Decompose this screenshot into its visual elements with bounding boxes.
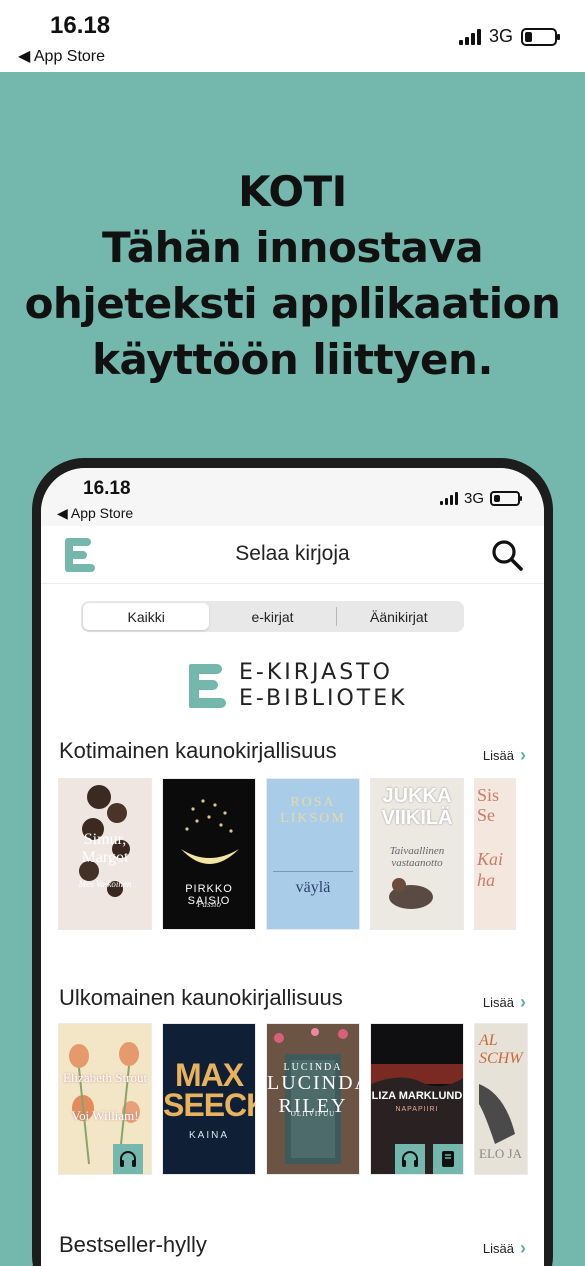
section-title-domestic-fiction: Kotimainen kaunokirjallisuus — [59, 738, 337, 763]
book-title: Voi William! — [71, 1108, 139, 1123]
book-cover[interactable]: Sis Se Kai ha — [475, 779, 515, 929]
headline-title: KOTI — [238, 167, 347, 216]
book-author: Elizabeth Strout — [62, 1070, 148, 1085]
section-title-foreign-fiction: Ulkomainen kaunokirjallisuus — [59, 985, 343, 1010]
page-title: Selaa kirjoja — [235, 542, 350, 565]
phone-screen: 16.18 ◀ App Store 3G Selaa kirjoja Kaikk… — [41, 468, 544, 1266]
inner-back-to-app-store[interactable]: ◀ App Store — [57, 505, 133, 522]
back-to-app-store[interactable]: ◀ App Store — [18, 46, 105, 66]
app-bar: Selaa kirjoja — [41, 526, 544, 584]
e-kirjasto-logo: E-KIRJASTO E-BIBLIOTEK — [187, 660, 417, 712]
inner-signal-icon — [439, 492, 458, 505]
more-link-foreign-fiction[interactable]: Lisää › — [483, 993, 526, 1011]
more-link-domestic-fiction[interactable]: Lisää › — [483, 746, 526, 764]
chevron-right-icon: › — [520, 1238, 526, 1258]
book-author: LIZA MARKLUND — [371, 1090, 463, 1102]
book-author: Sis Se — [477, 785, 500, 825]
book-cover[interactable]: MAX SEECK KAINA — [163, 1024, 255, 1174]
book-row-domestic-fiction: Simur, Margot Mes Valkoinen PIRKKO SAISI… — [59, 779, 515, 929]
network-type: 3G — [488, 26, 513, 46]
book-title: Mes Valkoinen — [78, 879, 132, 889]
chevron-right-icon: › — [520, 992, 526, 1012]
more-link-label: Lisää — [482, 994, 514, 1010]
status-time: 16.18 — [50, 12, 111, 39]
headphones-icon — [402, 1151, 418, 1167]
brand-line-2: E-BIBLIOTEK — [239, 686, 408, 711]
book-title: NAPAPIIRI — [395, 1106, 439, 1113]
inner-network-type: 3G — [463, 490, 484, 507]
book-title: OLIIVIPUU — [290, 1110, 336, 1118]
book-title: väylä — [295, 879, 331, 896]
book-cover[interactable]: LUCINDA LUCINDA RILEY OLIIVIPUU — [267, 1024, 359, 1174]
book-cover[interactable]: Simur, Margot Mes Valkoinen — [59, 779, 151, 929]
audiobook-badge — [113, 1144, 143, 1174]
book-cover[interactable]: PIRKKO SAISIO Passio — [163, 779, 255, 929]
status-indicators: 3G — [458, 26, 560, 47]
inner-battery-icon — [490, 491, 522, 506]
section-title-bestsellers: Bestseller-hylly — [59, 1232, 207, 1257]
brand-line-1: E-KIRJASTO — [239, 660, 393, 685]
book-title: Passio — [196, 899, 221, 909]
segment-all[interactable]: Kaikki — [83, 603, 210, 630]
more-link-label: Lisää — [482, 747, 514, 763]
headphones-icon — [120, 1151, 136, 1167]
chevron-right-icon: › — [520, 745, 526, 765]
headline-line-3: ohjeteksti applikaation — [24, 279, 561, 328]
inner-status-time: 16.18 — [83, 478, 131, 499]
audiobook-badge — [395, 1144, 425, 1174]
status-bar: 16.18 ◀ App Store 3G — [0, 0, 585, 72]
segment-audiobooks[interactable]: Äänikirjat — [335, 603, 462, 630]
book-author: MAX SEECK — [163, 1057, 255, 1123]
book-author: ROSA LIKSOM — [280, 795, 346, 826]
headline-line-4: käyttöön liittyen. — [92, 335, 493, 384]
e-kirjasto-mark-icon — [189, 664, 226, 708]
signal-icon — [458, 28, 481, 45]
book-cover[interactable]: LIZA MARKLUND NAPAPIIRI — [371, 1024, 463, 1174]
book-title: KAINA — [188, 1130, 229, 1141]
segment-ebooks[interactable]: e-kirjat — [209, 603, 335, 630]
book-cover[interactable]: ROSA LIKSOM väylä — [267, 779, 359, 929]
ebook-badge — [433, 1144, 463, 1174]
search-icon[interactable] — [490, 538, 524, 572]
book-title: Kai ha — [477, 849, 504, 890]
book-row-foreign-fiction: Elizabeth Strout Voi William! MAX SEEC K … — [59, 1024, 527, 1174]
more-link-bestsellers[interactable]: Lisää › — [483, 1239, 526, 1257]
onboarding-headline: KOTI Tähän innostava ohjeteksti applikaa… — [0, 164, 585, 388]
book-title: ELO JA — [479, 1146, 522, 1161]
inner-status-indicators: 3G — [439, 490, 522, 507]
more-link-label: Lisää — [482, 1240, 514, 1256]
battery-icon — [521, 27, 560, 46]
book-cover[interactable]: Elizabeth Strout Voi William! — [59, 1024, 151, 1174]
inner-status-bar: 16.18 ◀ App Store 3G — [41, 468, 544, 526]
book-cover[interactable]: JUKKA VIIKILÄ Taivaallinen vastaanotto — [371, 779, 463, 929]
figure-illustration — [389, 878, 433, 909]
book-icon — [442, 1151, 454, 1167]
format-filter-segmented-control: Kaikki e-kirjat Äänikirjat — [81, 601, 464, 632]
book-cover[interactable]: AL SCHW ELO JA — [475, 1024, 527, 1174]
book-author: Simur, Margot — [81, 831, 129, 866]
headline-line-2: Tähän innostava — [101, 223, 484, 272]
